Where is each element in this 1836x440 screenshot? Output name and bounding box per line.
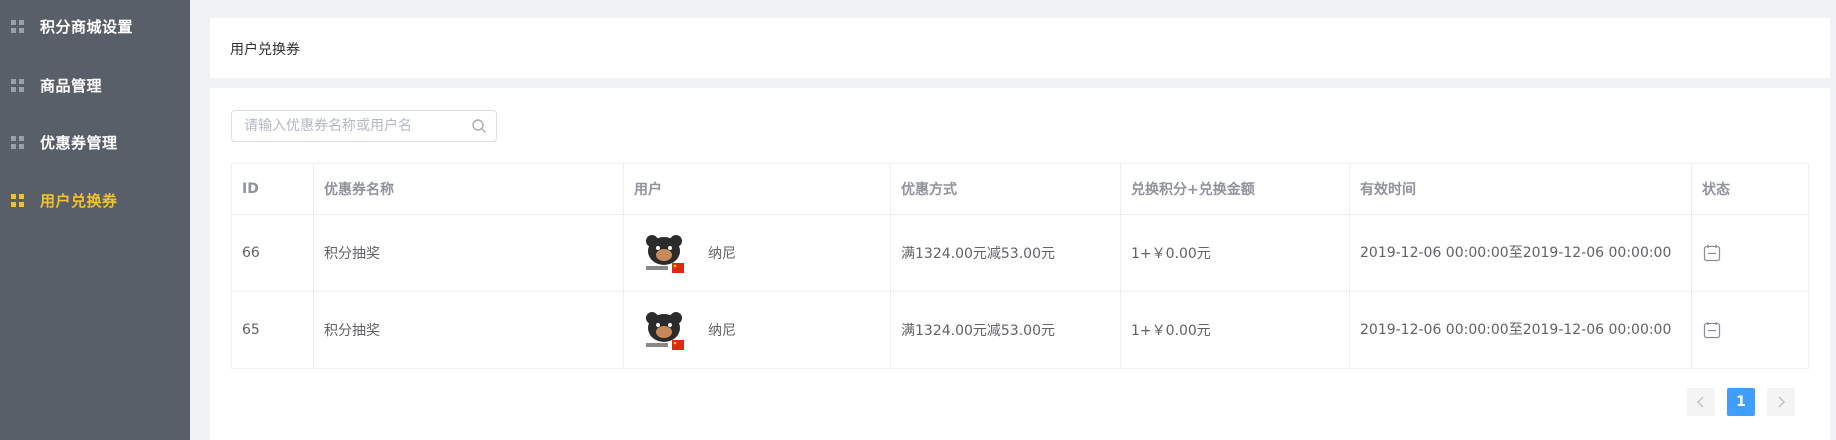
cell-user: 纳尼 [624, 215, 891, 291]
table-row: 66 积分抽奖 纳尼 满1324.00元减53.00元 1+￥0.00元 201… [232, 215, 1808, 292]
column-header-status: 状态 [1702, 182, 1730, 198]
cell-user: 纳尼 [624, 292, 891, 368]
pagination-prev-button[interactable] [1687, 388, 1715, 416]
cell-discount: 满1324.00元减53.00元 [891, 292, 1121, 368]
grid-icon [11, 79, 24, 92]
sidebar-item-points-mall-settings[interactable]: 积分商城设置 [0, 6, 190, 46]
cell-status [1692, 292, 1808, 368]
cell-coupon-name: 积分抽奖 [314, 215, 624, 291]
content-card: ID 优惠券名称 用户 优惠方式 兑换积分+兑换金额 有效时间 状态 66 积分… [210, 88, 1830, 440]
column-header-discount: 优惠方式 [891, 164, 1121, 214]
table-row: 65 积分抽奖 纳尼 满1324.00元减53.00元 1+￥0.00元 201… [232, 292, 1808, 368]
cell-points-amount: 1+￥0.00元 [1121, 215, 1350, 291]
cell-id: 65 [232, 292, 314, 368]
valid-time-text: 2019-12-06 00:00:00至2019-12-06 00:00:00 [1360, 322, 1672, 338]
sidebar-item-label: 积分商城设置 [40, 18, 134, 36]
table-header-row: ID 优惠券名称 用户 优惠方式 兑换积分+兑换金额 有效时间 状态 [232, 164, 1808, 215]
column-header-valid-time: 有效时间 [1350, 164, 1692, 214]
column-header-points-amount: 兑换积分+兑换金额 [1121, 164, 1350, 214]
pagination-next-button[interactable] [1767, 388, 1795, 416]
column-header-coupon-name: 优惠券名称 [314, 164, 624, 214]
cell-valid-time: 2019-12-06 00:00:00至2019-12-06 00:00:00 [1350, 215, 1692, 291]
sidebar-item-label: 优惠券管理 [40, 134, 118, 152]
grid-icon [11, 136, 24, 149]
sidebar: 积分商城设置 商品管理 优惠券管理 用户兑换券 [0, 0, 190, 440]
minus-square-icon[interactable] [1702, 320, 1722, 340]
pagination-page-button[interactable]: 1 [1727, 388, 1755, 416]
cell-coupon-name: 积分抽奖 [314, 292, 624, 368]
sidebar-item-product-management[interactable]: 商品管理 [0, 65, 190, 105]
column-header-user: 用户 [624, 164, 891, 214]
sidebar-item-label: 商品管理 [40, 77, 103, 95]
column-header-id: ID [232, 164, 314, 214]
search-input[interactable] [244, 111, 454, 141]
sidebar-item-label: 用户兑换券 [40, 192, 118, 210]
avatar [642, 308, 686, 352]
sidebar-item-user-coupons[interactable]: 用户兑换券 [0, 180, 190, 220]
chevron-left-icon [1696, 396, 1704, 408]
search-box [231, 110, 497, 142]
cell-valid-time: 2019-12-06 00:00:00至2019-12-06 00:00:00 [1350, 292, 1692, 368]
cell-status [1692, 215, 1808, 291]
avatar [642, 231, 686, 275]
user-name: 纳尼 [708, 323, 736, 339]
coupon-table: ID 优惠券名称 用户 优惠方式 兑换积分+兑换金额 有效时间 状态 66 积分… [231, 163, 1809, 369]
grid-icon [11, 20, 24, 33]
valid-time-text: 2019-12-06 00:00:00至2019-12-06 00:00:00 [1360, 245, 1672, 261]
cell-discount: 满1324.00元减53.00元 [891, 215, 1121, 291]
sidebar-item-coupon-management[interactable]: 优惠券管理 [0, 122, 190, 162]
page-header: 用户兑换券 [210, 18, 1830, 78]
minus-square-icon[interactable] [1702, 243, 1722, 263]
cell-points-amount: 1+￥0.00元 [1121, 292, 1350, 368]
chevron-right-icon [1778, 396, 1786, 408]
grid-icon [11, 194, 24, 207]
app-root: 积分商城设置 商品管理 优惠券管理 用户兑换券 用户兑换券 请输入优惠券名称或用… [0, 0, 1836, 440]
search-icon[interactable] [471, 118, 487, 134]
cell-id: 66 [232, 215, 314, 291]
page-title: 用户兑换券 [230, 42, 300, 58]
user-name: 纳尼 [708, 246, 736, 262]
